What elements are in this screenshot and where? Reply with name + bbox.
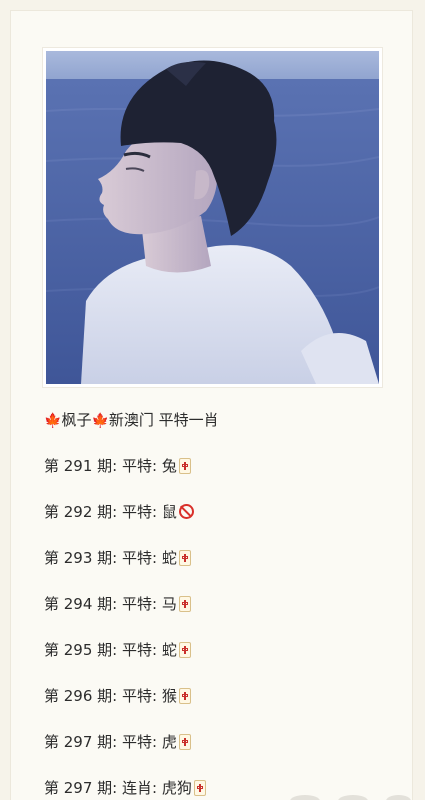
post-title-rest: 新澳门 平特一肖 (108, 411, 219, 429)
type-label: 平特: (122, 503, 158, 521)
type-label: 平特: (122, 641, 158, 659)
period-label: 第 296 期: (44, 687, 118, 705)
post-photo[interactable] (46, 51, 379, 384)
maple-leaf-icon: 🍁 (91, 413, 109, 429)
type-label: 平特: (122, 733, 158, 751)
period-label: 第 291 期: (44, 457, 118, 475)
post-title: 🍁枫子🍁新澳门 平特一肖 (44, 409, 219, 432)
list-item: 第 291 期: 平特: 兔 (44, 455, 191, 477)
list-item: 第 296 期: 平特: 猴 (44, 685, 191, 707)
mahjong-tile-icon (178, 458, 191, 474)
zodiac-value: 虎狗 (161, 779, 192, 797)
floating-action-button[interactable] (386, 795, 411, 800)
type-label: 平特: (122, 549, 158, 567)
floating-action-button[interactable] (338, 795, 368, 800)
list-item: 第 293 期: 平特: 蛇 (44, 547, 191, 569)
zodiac-value: 蛇 (161, 641, 177, 659)
period-label: 第 297 期: (44, 779, 118, 797)
mahjong-tile-icon (178, 550, 191, 566)
portrait-illustration (46, 51, 379, 384)
list-item: 第 292 期: 平特: 鼠 (44, 501, 194, 523)
mahjong-tile-icon (193, 780, 206, 796)
type-label: 平特: (122, 687, 158, 705)
zodiac-value: 马 (161, 595, 177, 613)
list-item: 第 294 期: 平特: 马 (44, 593, 191, 615)
mahjong-tile-icon (178, 688, 191, 704)
period-label: 第 293 期: (44, 549, 118, 567)
post-title-prefix: 枫子 (61, 411, 92, 429)
zodiac-value: 鼠 (161, 503, 177, 521)
zodiac-value: 虎 (161, 733, 177, 751)
prohibited-icon (178, 504, 194, 519)
type-label: 连肖: (122, 779, 158, 797)
type-label: 平特: (122, 595, 158, 613)
zodiac-value: 猴 (161, 687, 177, 705)
maple-leaf-icon: 🍁 (44, 413, 62, 429)
period-label: 第 295 期: (44, 641, 118, 659)
post-photo-frame[interactable] (43, 48, 382, 387)
zodiac-value: 兔 (161, 457, 177, 475)
period-label: 第 292 期: (44, 503, 118, 521)
list-item: 第 297 期: 平特: 虎 (44, 731, 191, 753)
zodiac-value: 蛇 (161, 549, 177, 567)
period-label: 第 297 期: (44, 733, 118, 751)
mahjong-tile-icon (178, 642, 191, 658)
list-item: 第 297 期: 连肖: 虎狗 (44, 777, 206, 799)
mahjong-tile-icon (178, 596, 191, 612)
floating-action-button[interactable] (290, 795, 320, 800)
period-label: 第 294 期: (44, 595, 118, 613)
type-label: 平特: (122, 457, 158, 475)
page: 🍁枫子🍁新澳门 平特一肖 第 291 期: 平特: 兔 第 292 期: 平特:… (0, 0, 425, 800)
list-item: 第 295 期: 平特: 蛇 (44, 639, 191, 661)
mahjong-tile-icon (178, 734, 191, 750)
